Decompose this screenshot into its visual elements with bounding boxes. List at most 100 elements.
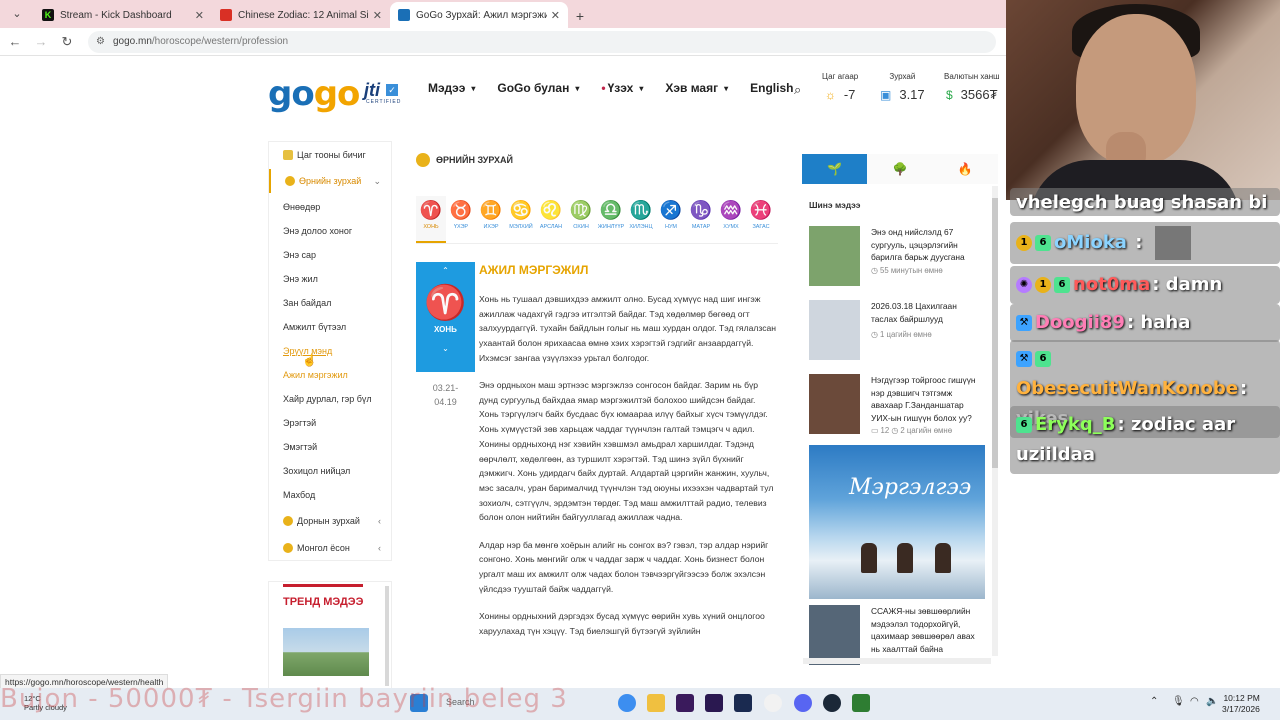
sidebar-subitem[interactable]: Амжилт бүтээл bbox=[283, 322, 346, 332]
zodiac-tab[interactable]: ♊ ИХЭР bbox=[476, 196, 506, 243]
sidebar-subitem[interactable]: Өнөөдөр bbox=[283, 202, 320, 212]
zodiac-tab[interactable]: ♐ НУМ bbox=[656, 196, 686, 243]
tray-chevron-icon[interactable]: ⌃ bbox=[1150, 696, 1158, 707]
reload-icon[interactable]: ↻ bbox=[56, 34, 78, 50]
calendar-icon bbox=[283, 150, 293, 160]
sidebar-subitem[interactable]: Махбод bbox=[283, 490, 315, 500]
chrome-icon[interactable] bbox=[618, 694, 636, 712]
weather-widget[interactable]: Цаг агаар ☼ -7 bbox=[822, 72, 858, 102]
browser-tab-kick[interactable]: K Stream - Kick Dashboard ✕ bbox=[34, 2, 212, 28]
currency-widget[interactable]: Валютын ханш $3566₮ bbox=[944, 72, 1000, 102]
url-field[interactable]: ⚙ gogo.mn/horoscope/western/profession bbox=[88, 30, 996, 53]
browser-tab-gogo[interactable]: GoGo Зурхай: Ажил мэргэжил ✕ bbox=[390, 2, 568, 28]
tab-search-icon[interactable]: ⌄ bbox=[6, 4, 28, 24]
badge-icon: 6 bbox=[1054, 277, 1070, 293]
tab-close-icon[interactable]: ✕ bbox=[551, 9, 560, 22]
sidebar-subitem[interactable]: Ажил мэргэжил bbox=[283, 370, 348, 380]
horoscope-widget[interactable]: Зурхай ▣ 3.17 bbox=[880, 72, 925, 102]
tab-hot-icon[interactable]: 🔥 bbox=[932, 154, 998, 184]
badge-icon: ⚒ bbox=[1016, 351, 1032, 367]
nav-style[interactable]: Хэв маяг ▾ bbox=[665, 81, 728, 95]
scrollbar-thumb[interactable] bbox=[992, 198, 998, 468]
zodiac-tab[interactable]: ♎ ЖИНЛҮҮР bbox=[596, 196, 626, 243]
tab-close-icon[interactable]: ✕ bbox=[373, 9, 382, 22]
volume-icon[interactable]: 🔈 bbox=[1206, 696, 1218, 707]
discord-icon[interactable] bbox=[794, 694, 812, 712]
nav-news[interactable]: Мэдээ ▾ bbox=[428, 81, 475, 95]
tab-popular-icon[interactable]: 🌳 bbox=[867, 154, 933, 184]
chat-message: 6 Erykq_B: zodiac aar uziildaa bbox=[1010, 406, 1280, 474]
zodiac-sign-icon: ♈ bbox=[419, 200, 443, 220]
photoshop-icon[interactable] bbox=[734, 694, 752, 712]
itunes-icon[interactable] bbox=[764, 694, 782, 712]
gogo-logo[interactable]: gogo bbox=[268, 74, 360, 114]
zodiac-sign-icon: ♓ bbox=[749, 200, 773, 220]
after-effects-icon[interactable] bbox=[705, 694, 723, 712]
trend-accent-bar bbox=[283, 584, 363, 587]
browser-tab-zodiac[interactable]: Chinese Zodiac: 12 Animal Signs ✕ bbox=[212, 2, 390, 28]
sign-date-range: 03.21- 04.19 bbox=[432, 383, 459, 407]
back-icon[interactable]: ← bbox=[4, 34, 26, 49]
news-thumbnail[interactable] bbox=[809, 300, 860, 360]
zodiac-tab[interactable]: ♈ ХОНЬ bbox=[416, 196, 446, 243]
zodiac-tab[interactable]: ♒ ХУМХ bbox=[716, 196, 746, 243]
wifi-icon[interactable]: ◠ bbox=[1190, 696, 1199, 707]
new-tab-button[interactable]: + bbox=[568, 4, 592, 28]
trend-image[interactable] bbox=[283, 628, 369, 676]
sidebar-subitem[interactable]: Хайр дурлал, гэр бүл bbox=[283, 394, 372, 404]
sidebar-item-mongol[interactable]: Монгол ёсон ‹ bbox=[269, 536, 393, 560]
zodiac-tab[interactable]: ♏ ХИЛЭНЦ bbox=[626, 196, 656, 243]
promo-banner[interactable]: Мэргэлгээ bbox=[809, 445, 985, 599]
zodiac-sign-name: ОХИН bbox=[573, 224, 589, 230]
zodiac-tab[interactable]: ♑ МАТАР bbox=[686, 196, 716, 243]
chevron-down-icon[interactable]: ⌄ bbox=[416, 344, 475, 353]
search-icon[interactable]: ⌕ bbox=[794, 82, 801, 98]
news-title[interactable]: Нэгдүгээр тойргоос гишүүн нэр дэвшигч тэ… bbox=[871, 374, 985, 424]
file-explorer-icon[interactable] bbox=[647, 694, 665, 712]
zodiac-sign-name: ИХЭР bbox=[483, 224, 499, 230]
news-title[interactable]: 2026.03.18 Цахилгаан таслах байршлууд bbox=[871, 300, 985, 325]
zodiac-tab[interactable]: ♓ ЗАГАС bbox=[746, 196, 776, 243]
forward-icon[interactable]: → bbox=[30, 34, 52, 49]
tab-new-icon[interactable]: 🌱 bbox=[802, 154, 868, 184]
sidebar-subitem[interactable]: Эмэгтэй bbox=[283, 442, 317, 452]
premiere-icon[interactable] bbox=[676, 694, 694, 712]
sidebar-item-eastern[interactable]: Дорнын зурхай ‹ bbox=[269, 509, 393, 533]
zodiac-tab[interactable]: ♉ ҮХЭР bbox=[446, 196, 476, 243]
currency-value: 3566₮ bbox=[960, 87, 998, 102]
microphone-icon[interactable]: 🎙 bbox=[1172, 696, 1185, 707]
sidebar-item-western[interactable]: Өрнийн зурхай ⌄ bbox=[269, 169, 393, 193]
news-title[interactable]: Энэ онд нийслэлд 67 сургууль, цэцэрлэгий… bbox=[871, 226, 985, 264]
chevron-up-icon[interactable]: ⌃ bbox=[416, 266, 475, 275]
news-horizontal-scrollbar[interactable] bbox=[803, 658, 991, 664]
sidebar-subitem[interactable]: Эрэгтэй bbox=[283, 418, 316, 428]
sidebar-subitem[interactable]: Зан байдал bbox=[283, 298, 331, 308]
nav-english[interactable]: English bbox=[750, 81, 793, 95]
sidebar-subitem[interactable]: Энэ долоо хоног bbox=[283, 226, 352, 236]
zodiac-tab[interactable]: ♌ АРСЛАН bbox=[536, 196, 566, 243]
taskbar-clock[interactable]: 10:12 PM 3/17/2026 bbox=[1222, 693, 1260, 715]
zodiac-sign-icon: ♐ bbox=[659, 200, 683, 220]
steam-icon[interactable] bbox=[823, 694, 841, 712]
news-thumbnail[interactable] bbox=[809, 374, 860, 434]
news-scrollbar[interactable] bbox=[992, 186, 998, 656]
sidebar-item-calendar[interactable]: Цаг тооны бичиг bbox=[269, 143, 393, 167]
zodiac-tab[interactable]: ♋ МЭЛХИЙ bbox=[506, 196, 536, 243]
trend-scrollbar[interactable] bbox=[385, 586, 389, 686]
chevron-left-icon: ‹ bbox=[378, 516, 381, 526]
news-thumbnail[interactable] bbox=[809, 226, 860, 286]
badge-icon: 6 bbox=[1035, 235, 1051, 251]
sidebar-subitem[interactable]: Зохицол нийцэл bbox=[283, 466, 350, 476]
tab-title: Stream - Kick Dashboard bbox=[60, 9, 172, 21]
news-title[interactable]: ССАЖЯ-ны зөвшөөрлийн мэдээлэл тодорхойгү… bbox=[871, 605, 985, 655]
clock-icon: ◷ bbox=[889, 426, 901, 435]
sidebar-subitem[interactable]: Энэ жил bbox=[283, 274, 318, 284]
nav-gogo-corner[interactable]: GoGo булан ▾ bbox=[497, 81, 579, 95]
news-thumbnail[interactable] bbox=[809, 605, 860, 665]
zodiac-tab[interactable]: ♍ ОХИН bbox=[566, 196, 596, 243]
tab-close-icon[interactable]: ✕ bbox=[195, 9, 204, 22]
site-info-icon[interactable]: ⚙ bbox=[96, 36, 105, 47]
app-icon[interactable] bbox=[852, 694, 870, 712]
sidebar-subitem[interactable]: Энэ сар bbox=[283, 250, 316, 260]
nav-watch[interactable]: • Үзэх ▾ bbox=[601, 81, 643, 95]
